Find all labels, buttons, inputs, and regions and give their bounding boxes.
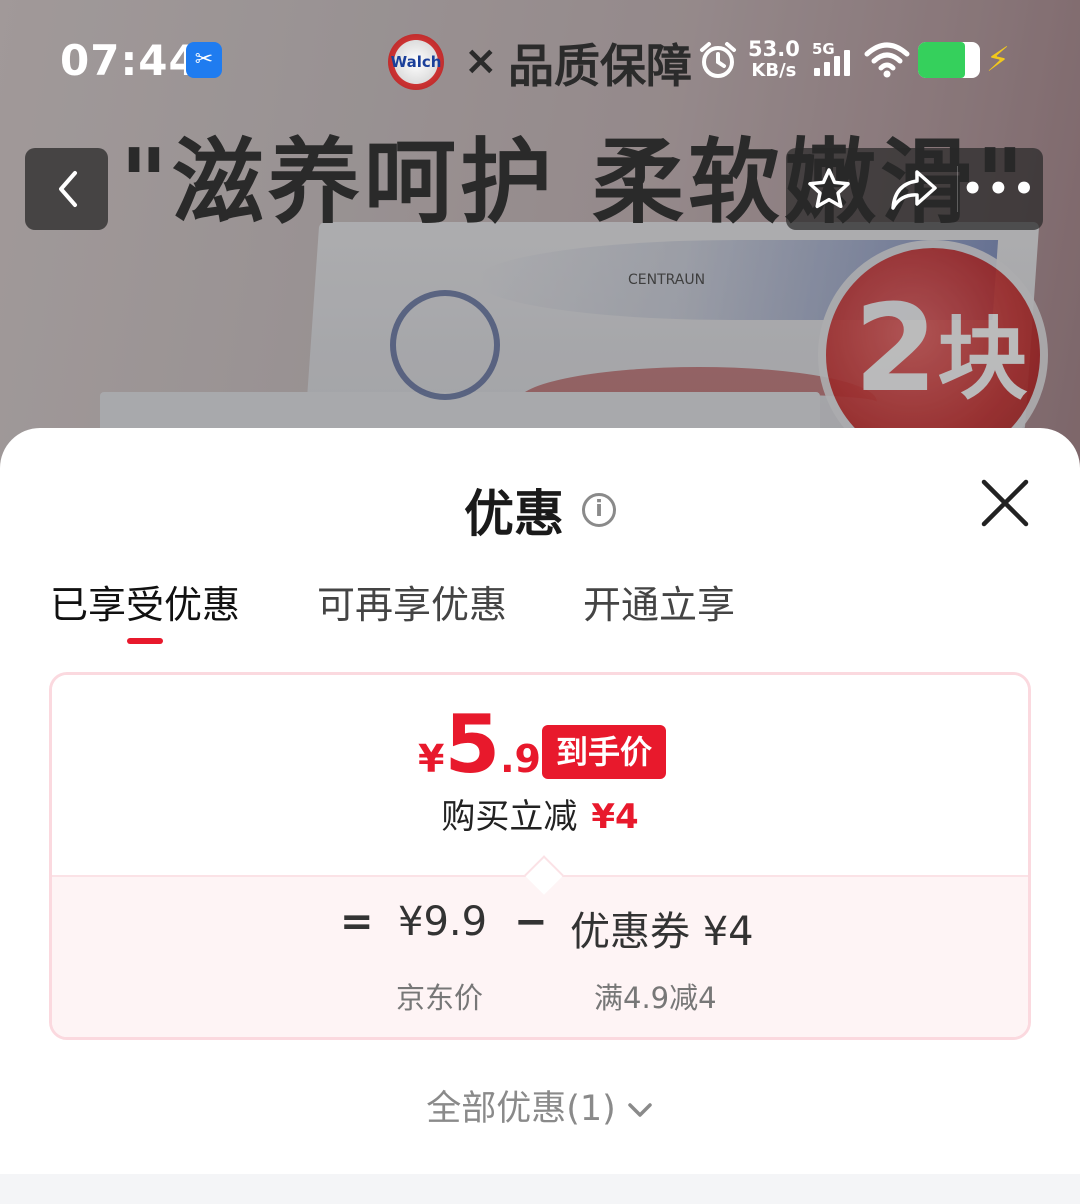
discount-sheet: 优惠 i 已享受优惠 可再享优惠 开通立享 ¥5.9 到手价 购买立减 ¥4 = ¥… — [0, 428, 1080, 1174]
coupon-amount: 优惠券 ¥4 — [570, 909, 754, 955]
base-price-label: 京东价 — [396, 981, 484, 1015]
tab-active-indicator — [127, 638, 163, 644]
currency-symbol: ¥ — [418, 737, 445, 781]
scissors-icon: ✂ — [186, 42, 222, 78]
network-type: 5G — [812, 40, 835, 58]
price-breakdown: = ¥9.9 − 优惠券 ¥4 京东价 满4.9减4 — [52, 875, 1028, 1037]
share-icon — [891, 170, 937, 210]
minus-sign: − — [514, 899, 548, 945]
discount-amount: ¥4 — [591, 797, 639, 837]
price-card: ¥5.9 到手价 购买立减 ¥4 = ¥9.9 − 优惠券 ¥4 京东价 满4.9… — [49, 672, 1031, 1040]
brand-cross: × — [464, 38, 498, 84]
network-speed: 53.0 KB/s — [748, 38, 800, 82]
more-button[interactable]: ••• — [958, 148, 1043, 230]
base-price: ¥9.9 — [398, 899, 488, 945]
favorite-button[interactable] — [786, 148, 871, 230]
price-calculation: = ¥9.9 − 优惠券 ¥4 — [52, 899, 1028, 959]
close-icon[interactable] — [978, 476, 1032, 530]
final-price: ¥5.9 — [418, 705, 541, 785]
equals-sign: = — [340, 899, 374, 945]
discount-line: 购买立减 ¥4 — [52, 789, 1028, 838]
alarm-icon — [700, 42, 736, 78]
battery-icon — [918, 42, 980, 78]
chevron-left-icon — [58, 171, 77, 207]
charging-icon: ⚡ — [986, 40, 1010, 80]
price-integer: 5 — [444, 698, 501, 791]
chevron-down-icon — [628, 1103, 652, 1117]
sheet-header: 优惠 i — [0, 474, 1080, 546]
back-button[interactable] — [25, 148, 108, 230]
network-speed-value: 53.0 — [748, 37, 800, 61]
info-icon[interactable]: i — [582, 493, 616, 527]
price-summary: ¥5.9 到手价 购买立减 ¥4 — [52, 675, 1028, 875]
coupon-rule: 满4.9减4 — [594, 981, 717, 1015]
brand-quality-text: 品质保障 — [508, 39, 692, 93]
clock: 07:44 — [60, 36, 199, 85]
final-price-tag: 到手价 — [542, 725, 667, 779]
star-icon — [807, 168, 850, 209]
share-button[interactable] — [871, 148, 956, 230]
wifi-icon — [864, 42, 910, 78]
tab-more-available[interactable]: 可再享优惠 — [317, 574, 507, 629]
tab-activate[interactable]: 开通立享 — [583, 574, 735, 629]
more-dots-icon: ••• — [961, 169, 1039, 209]
network-speed-unit: KB/s — [751, 60, 797, 81]
price-decimal: .9 — [500, 737, 542, 781]
tab-enjoyed[interactable]: 已享受优惠 — [50, 574, 240, 629]
signal-icon: 5G — [812, 40, 850, 76]
nav-action-group: ••• — [786, 148, 1043, 230]
brand-logo: Walch — [388, 34, 444, 90]
all-offers-button[interactable]: 全部优惠(1) — [0, 1080, 1080, 1131]
discount-label: 购买立减 — [441, 797, 578, 837]
sheet-title: 优惠 — [464, 485, 564, 543]
all-offers-label: 全部优惠(1) — [426, 1089, 616, 1129]
status-bar: 07:44 ✂ Walch × 品质保障 53.0 KB/s 5G ⚡ — [0, 0, 1080, 120]
